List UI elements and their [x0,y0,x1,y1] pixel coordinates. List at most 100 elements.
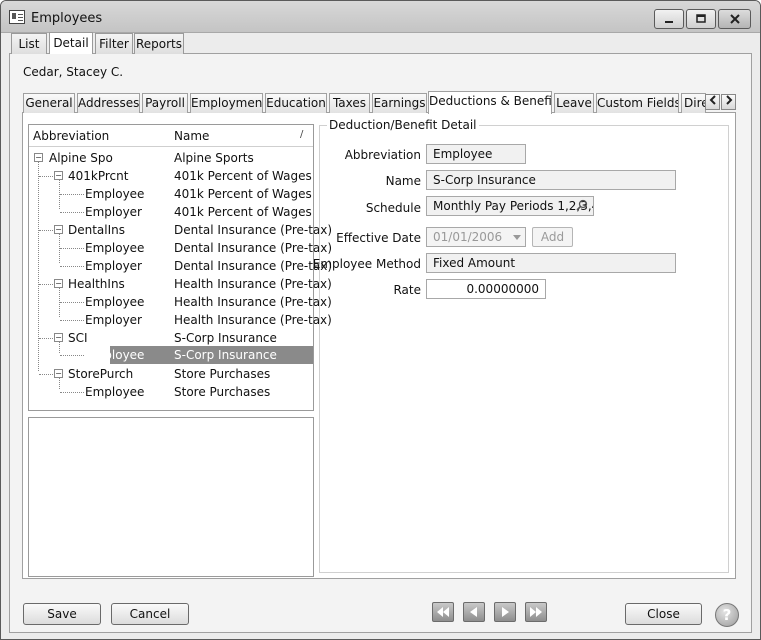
tree-line [60,320,84,321]
row-abbreviation: Employer [85,205,142,219]
tree-row[interactable]: Employee 401k Percent of Wages [29,185,313,203]
row-abbreviation: DentalIns [68,223,126,237]
deduction-detail-group [319,125,729,573]
abbreviation-label: Abbreviation [344,148,421,162]
chevron-left-icon [709,95,716,105]
tree-row[interactable]: − 401kPrcnt 401k Percent of Wages [29,167,313,185]
tab-scroll-right-button[interactable] [721,94,736,110]
tree-line [60,266,84,267]
tab-reports[interactable]: Reports [134,33,184,54]
column-header-abbreviation[interactable]: Abbreviation [33,129,109,143]
tree-line [60,212,84,213]
add-effective-date-button[interactable]: Add [532,227,573,247]
maximize-button[interactable] [686,9,716,29]
tree-line [39,176,55,177]
tree-row[interactable]: Employee Dental Insurance (Pre-tax) [29,239,332,257]
row-abbreviation: Employer [85,259,142,273]
subtab-custom-fields[interactable]: Custom Fields [596,93,679,113]
search-icon[interactable] [576,199,588,211]
subtab-addresses[interactable]: Addresses [77,93,140,113]
row-abbreviation: Employee [85,348,145,362]
tree-line [39,284,55,285]
tree-row[interactable]: Employer 401k Percent of Wages [29,203,313,221]
row-abbreviation: Employee [85,295,145,309]
employee-method-label: Employee Method [312,257,421,271]
row-abbreviation: Alpine Spo [49,151,113,165]
row-abbreviation: Employee [85,241,145,255]
tree-row[interactable]: Employee Health Insurance (Pre-tax) [29,293,332,311]
tree-line [60,392,84,393]
abbreviation-field[interactable]: Employee [426,144,526,164]
save-button[interactable]: Save [23,603,101,625]
column-header-name[interactable]: Name [174,129,209,143]
tree-line [60,248,84,249]
subtab-deductions-benefits[interactable]: Deductions & Benefits [428,91,552,114]
row-name: Store Purchases [174,367,271,381]
tree-row[interactable]: − SCI S-Corp Insurance [29,329,313,347]
collapse-icon[interactable]: − [54,171,63,180]
notes-area[interactable] [28,417,314,577]
previous-record-button[interactable] [463,602,485,622]
tree-row[interactable]: Employer Dental Insurance (Pre-tax) [29,257,332,275]
cancel-button[interactable]: Cancel [111,603,189,625]
tree-row[interactable]: − HealthIns Health Insurance (Pre-tax) [29,275,332,293]
row-abbreviation: Employer [85,313,142,327]
tree-line [60,302,84,303]
collapse-icon[interactable]: − [34,153,43,162]
chevron-right-icon [725,95,732,105]
collapse-icon[interactable]: − [54,333,63,342]
subtab-general[interactable]: General [23,93,75,113]
subtab-earnings[interactable]: Earnings [372,93,427,113]
last-record-button[interactable] [525,602,547,622]
collapse-icon[interactable]: − [54,279,63,288]
tab-detail[interactable]: Detail [49,32,93,54]
tab-filter[interactable]: Filter [95,33,133,54]
subtab-direct-deposit[interactable]: Dire [681,93,706,113]
employee-method-field[interactable]: Fixed Amount [426,253,676,273]
tree-row[interactable]: Employee Store Purchases [29,383,313,401]
deductions-tree[interactable]: Abbreviation Name / − Alpine Spo Alpine … [28,124,332,411]
tab-scroll-left-button[interactable] [705,94,720,110]
row-name: Health Insurance (Pre-tax) [174,295,332,309]
subtab-payroll[interactable]: Payroll [142,93,188,113]
first-record-button[interactable] [432,602,454,622]
row-name: Dental Insurance (Pre-tax) [174,259,333,273]
rate-field[interactable]: 0.00000000 [426,279,546,299]
tree-row[interactable]: − DentalIns Dental Insurance (Pre-tax) [29,221,332,239]
app-card-icon [9,10,25,24]
collapse-icon[interactable]: − [54,225,63,234]
title-bar[interactable]: Employees [1,1,760,33]
effective-date-dropdown[interactable]: 01/01/2006 [426,227,526,247]
tree-row-selected[interactable]: Employee S-Corp Insurance [29,346,313,364]
row-abbreviation: SCI [68,331,88,345]
schedule-field[interactable]: Monthly Pay Periods 1,2,3,4, [426,196,594,216]
minimize-button[interactable] [654,9,684,29]
group-title: Deduction/Benefit Detail [327,118,479,132]
window-title: Employees [31,11,103,26]
subtab-leave[interactable]: Leave [554,93,594,113]
subtab-taxes[interactable]: Taxes [329,93,370,113]
name-label: Name [385,174,421,188]
row-name: Health Insurance (Pre-tax) [174,277,332,291]
row-abbreviation: StorePurch [68,367,134,381]
previous-icon [470,607,477,617]
schedule-value: Monthly Pay Periods 1,2,3,4, [433,199,594,213]
subtab-employment[interactable]: Employment [190,93,263,113]
effective-date-value: 01/01/2006 [433,230,503,244]
tree-row[interactable]: Employer Health Insurance (Pre-tax) [29,311,332,329]
name-field[interactable]: S-Corp Insurance [426,170,676,190]
row-name: S-Corp Insurance [174,348,277,362]
row-name: 401k Percent of Wages [174,169,312,183]
tree-row[interactable]: − StorePurch Store Purchases [29,365,313,383]
effective-date-label: Effective Date [336,231,421,245]
row-abbreviation: 401kPrcnt [68,169,129,183]
close-button[interactable]: Close [625,603,702,625]
row-name: Dental Insurance (Pre-tax) [174,223,333,237]
subtab-education[interactable]: Education [265,93,327,113]
tab-list[interactable]: List [11,33,47,54]
close-window-button[interactable] [718,9,751,29]
collapse-icon[interactable]: − [54,369,63,378]
tree-row[interactable]: − Alpine Spo Alpine Sports [29,149,313,167]
next-record-button[interactable] [494,602,516,622]
help-icon[interactable]: ? [715,603,739,627]
